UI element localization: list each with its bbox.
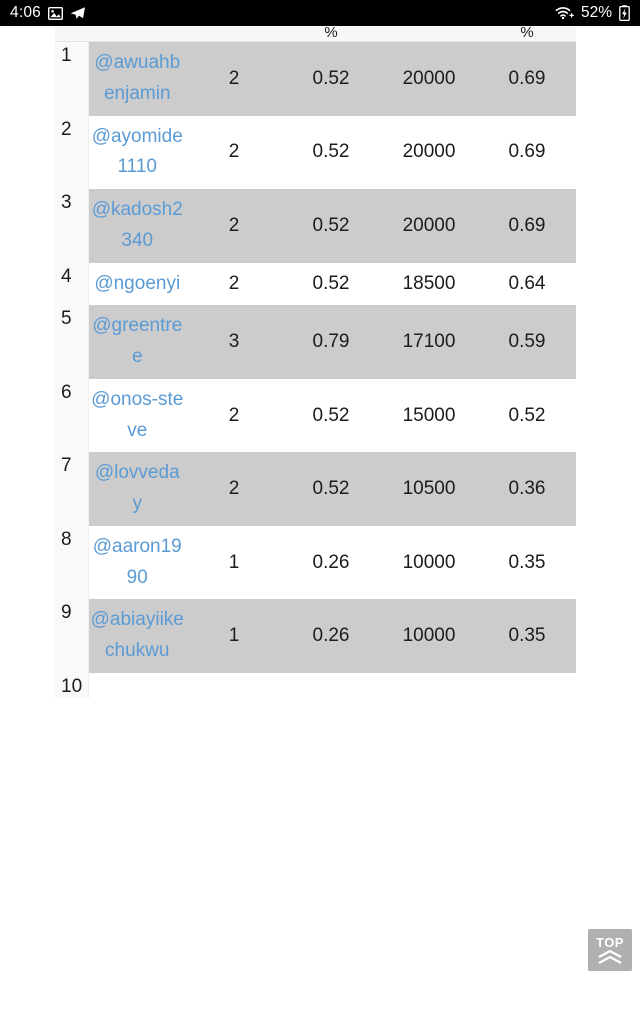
row-index: 5 [55,305,89,379]
username-cell[interactable]: @ayomide1110 [88,115,186,190]
table-row: 10 [55,673,576,699]
username-cell[interactable]: @kadosh2340 [88,189,186,263]
cell-col-c: 17100 [380,305,478,379]
cell-col-d: 0.59 [478,305,576,379]
username-link[interactable]: @ngoenyi [94,273,180,294]
cell-col-a: 1 [186,599,282,674]
cell-col-d: 0.69 [478,189,576,263]
table-row: 1 @awuahbenjamin 2 0.52 20000 0.69 [55,41,576,116]
cell-col-c: 15000 [380,378,478,453]
wifi-icon [555,6,574,20]
status-clock: 4:06 [10,4,41,21]
row-index: 1 [55,41,89,116]
table-row: 4 @ngoenyi 2 0.52 18500 0.64 [55,262,576,306]
username-link[interactable]: @abiayiikechukwu [91,609,184,661]
cell-col-c: 18500 [380,262,478,306]
cell-col-a: 2 [186,115,282,190]
cell-col-a: 2 [186,262,282,306]
table-row: 6 @onos-steve 2 0.52 15000 0.52 [55,378,576,453]
cell-col-b: 0.52 [282,41,380,116]
row-index: 2 [55,115,89,190]
scroll-to-top-button[interactable]: TOP [588,929,632,971]
scroll-to-top-label: TOP [596,934,624,950]
table-row: 8 @aaron1990 1 0.26 10000 0.35 [55,525,576,600]
status-bar-right: 52% [555,4,630,22]
image-icon [47,6,63,20]
page-content: % % 1 @awuahbenjamin 2 0.52 20000 0.69 2 @ayomi… [0,0,640,1024]
cell-col-d: 0.36 [478,452,576,526]
cell-col-d: 0.52 [478,378,576,453]
cell-col-d: 0.69 [478,41,576,116]
table-row: 5 @greentree 3 0.79 17100 0.59 [55,305,576,379]
telegram-send-icon [70,6,86,20]
username-link[interactable]: @lovveday [95,462,180,514]
username-cell[interactable]: @greentree [88,305,186,379]
cell-col-a: 2 [186,378,282,453]
battery-charging-icon [619,5,630,21]
cell-col-c: 20000 [380,41,478,116]
cell-col-c [380,673,478,699]
cell-col-d: 0.35 [478,525,576,600]
cell-col-d: 0.69 [478,115,576,190]
table-body: 1 @awuahbenjamin 2 0.52 20000 0.69 2 @ayomide11… [55,41,576,699]
cell-col-a: 1 [186,525,282,600]
cell-col-b: 0.26 [282,599,380,674]
cell-col-b: 0.52 [282,189,380,263]
cell-col-c: 10500 [380,452,478,526]
row-index: 8 [55,525,89,600]
cell-col-a: 2 [186,452,282,526]
row-index: 4 [55,262,89,306]
username-link[interactable]: @kadosh2340 [92,199,183,251]
row-index: 6 [55,378,89,453]
double-chevron-up-icon [597,949,623,965]
cell-col-b: 0.52 [282,378,380,453]
cell-col-b: 0.52 [282,452,380,526]
cell-col-d [478,673,576,699]
username-link[interactable]: @awuahbenjamin [94,52,180,104]
cell-col-d: 0.64 [478,262,576,306]
row-index: 3 [55,189,89,263]
username-link[interactable]: @aaron1990 [93,536,182,588]
cell-col-a: 2 [186,41,282,116]
cell-col-b: 0.52 [282,115,380,190]
username-link[interactable]: @onos-steve [91,389,183,441]
cell-col-b: 0.79 [282,305,380,379]
cell-col-a [186,673,282,699]
cell-col-a: 2 [186,189,282,263]
username-cell[interactable]: @abiayiikechukwu [88,599,186,674]
data-table-container: % % 1 @awuahbenjamin 2 0.52 20000 0.69 2 @ayomi… [55,18,576,699]
cell-col-b [282,673,380,699]
username-link[interactable]: @greentree [92,315,182,367]
username-cell[interactable]: @onos-steve [88,378,186,453]
cell-col-c: 20000 [380,115,478,190]
row-index: 7 [55,452,89,526]
username-cell[interactable]: @aaron1990 [88,525,186,600]
cell-col-c: 10000 [380,525,478,600]
row-index: 10 [55,673,89,699]
cell-col-b: 0.52 [282,262,380,306]
username-cell[interactable]: @awuahbenjamin [88,41,186,116]
battery-percent-label: 52% [580,4,612,21]
row-index: 9 [55,599,89,674]
cell-col-d: 0.35 [478,599,576,674]
table-row: 2 @ayomide1110 2 0.52 20000 0.69 [55,115,576,190]
table-row: 7 @lovveday 2 0.52 10500 0.36 [55,452,576,526]
leaderboard-table: % % 1 @awuahbenjamin 2 0.52 20000 0.69 2 @ayomi… [55,18,576,699]
android-status-bar: 4:06 52% [0,0,640,26]
username-cell[interactable] [88,673,186,699]
cell-col-b: 0.26 [282,525,380,600]
table-row: 3 @kadosh2340 2 0.52 20000 0.69 [55,189,576,263]
username-cell[interactable]: @ngoenyi [88,262,186,306]
cell-col-a: 3 [186,305,282,379]
cell-col-c: 10000 [380,599,478,674]
username-cell[interactable]: @lovveday [88,452,186,526]
cell-col-c: 20000 [380,189,478,263]
username-link[interactable]: @ayomide1110 [92,126,183,178]
table-row: 9 @abiayiikechukwu 1 0.26 10000 0.35 [55,599,576,674]
status-bar-left: 4:06 [10,4,86,22]
